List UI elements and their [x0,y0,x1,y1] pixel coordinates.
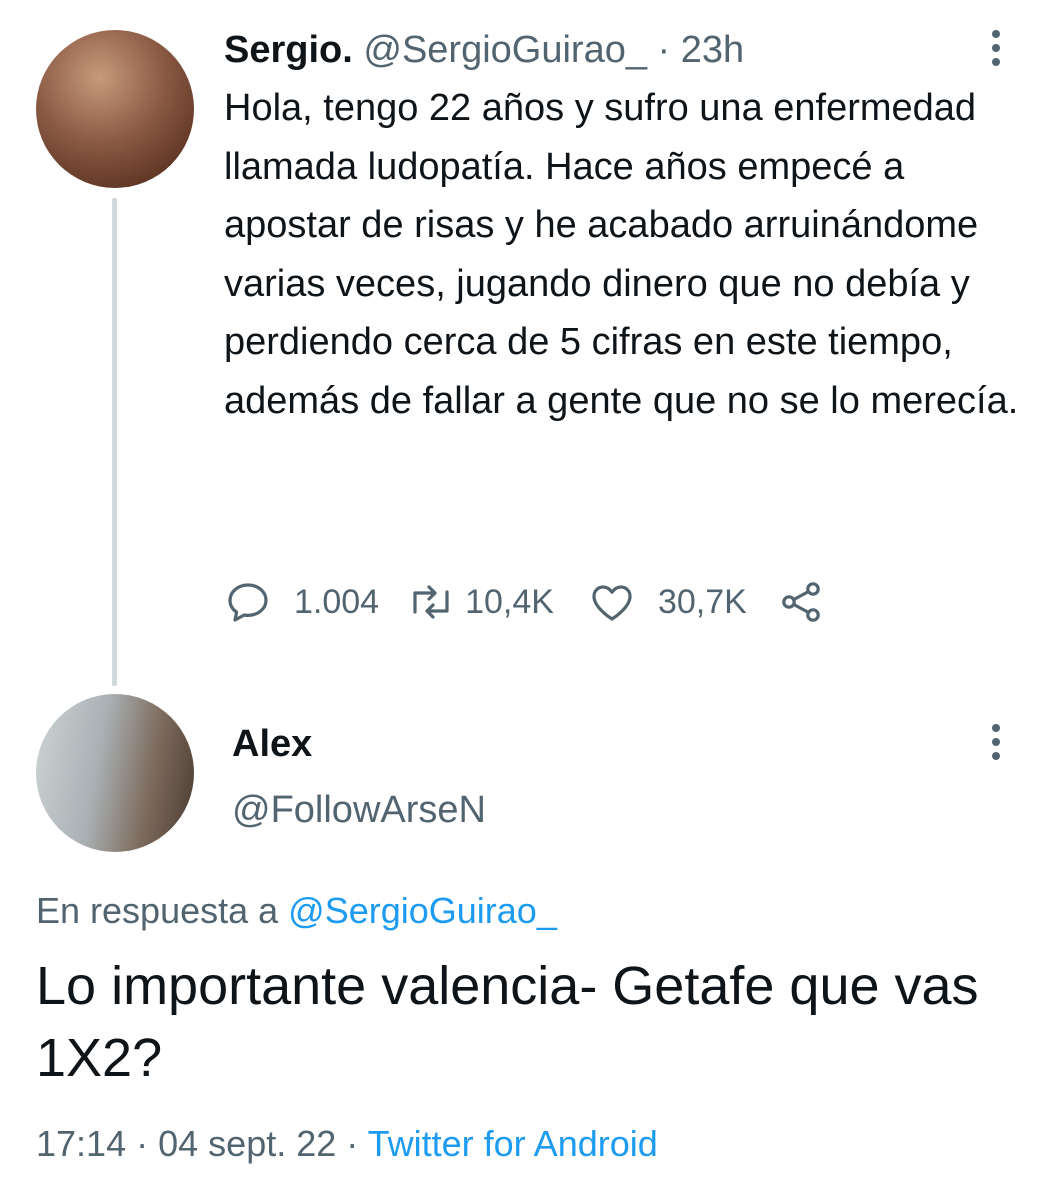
tweet-actions: 1.004 10,4K 30,7K [224,578,825,626]
meta-separator: · [346,1123,359,1164]
like-count: 30,7K [657,582,747,621]
retweet-icon [405,578,457,626]
in-reply-to-label: En respuesta a [36,890,279,931]
reply-author-handle[interactable]: @FollowArseN [232,786,486,834]
thread-line [112,198,117,686]
retweet-count: 10,4K [465,582,554,621]
tweet-author-handle[interactable]: @SergioGuirao_ [363,29,647,71]
tweet-time[interactable]: 23h [681,29,744,71]
in-reply-to: En respuesta a @SergioGuirao_ [36,887,557,935]
header-separator: · [657,29,671,71]
tweet-author-name[interactable]: Sergio. [224,29,353,71]
more-vertical-icon[interactable] [986,720,1006,764]
reply-source[interactable]: Twitter for Android [368,1123,658,1164]
meta-separator: · [136,1123,149,1164]
more-vertical-icon[interactable] [986,26,1006,70]
tweet-header: Sergio. @SergioGuirao_ · 23h [224,26,744,74]
share-icon [777,578,825,626]
alex-avatar[interactable] [36,694,194,852]
reply-count: 1.004 [294,582,380,621]
share-button[interactable] [777,578,825,626]
sergio-avatar[interactable] [36,30,194,188]
reply-button[interactable]: 1.004 [224,578,379,626]
reply-time[interactable]: 17:14 [36,1123,126,1164]
reply-text: Lo importante valencia- Getafe que vas 1… [36,956,979,1088]
tweet-text: Hola, tengo 22 años y sufro una enfermed… [224,87,1019,422]
reply-metadata: 17:14 · 04 sept. 22 · Twitter for Androi… [36,1120,658,1168]
retweet-button[interactable]: 10,4K [405,578,554,626]
heart-icon [588,578,636,626]
reply-author-name[interactable]: Alex [232,720,312,768]
like-button[interactable]: 30,7K [588,578,747,626]
in-reply-to-mention[interactable]: @SergioGuirao_ [288,890,557,931]
reply-date[interactable]: 04 sept. 22 [158,1123,336,1164]
reply-icon [224,578,272,626]
